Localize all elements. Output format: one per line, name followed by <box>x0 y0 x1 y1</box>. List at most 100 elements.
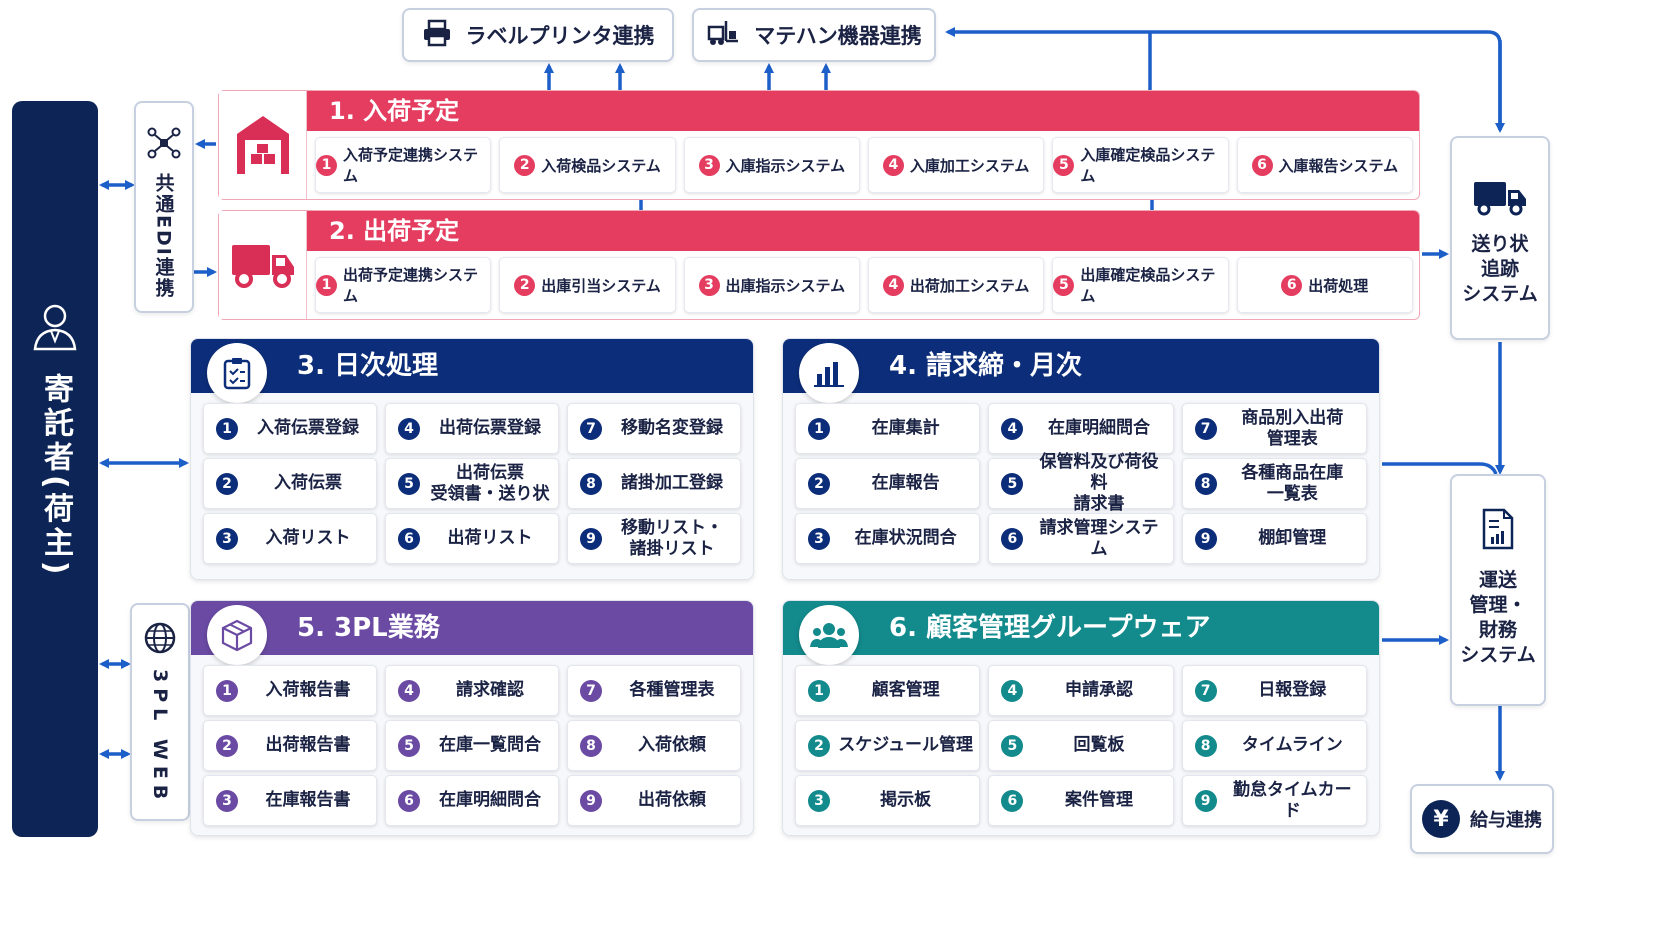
section-item[interactable]: 9 出荷依頼 <box>567 775 741 826</box>
section-item[interactable]: 1 入荷伝票登録 <box>203 403 377 454</box>
item-label: 入庫指示システム <box>725 156 846 175</box>
section-item[interactable]: 2 入荷伝票 <box>203 458 377 509</box>
receiving-item[interactable]: 3 入庫指示システム <box>683 137 860 193</box>
receiving-item[interactable]: 2 入荷検品システム <box>499 137 676 193</box>
item-label: 商品別入出荷 管理表 <box>1241 407 1344 449</box>
label-printer-label: ラベルプリンタ連携 <box>465 24 655 48</box>
item-number: 6 <box>1001 789 1024 812</box>
item-number: 5 <box>1053 274 1075 296</box>
item-label: 入荷リスト <box>265 528 351 548</box>
item-number: 9 <box>580 527 602 550</box>
item-number: 9 <box>1194 789 1217 812</box>
section-item[interactable]: 2 出荷報告書 <box>203 720 377 771</box>
receiving-item[interactable]: 5 入庫確定検品システム <box>1052 137 1229 193</box>
section-item[interactable]: 3 在庫報告書 <box>203 775 377 826</box>
tracking-label: 送り状 追跡 システム <box>1462 233 1538 305</box>
item-number: 1 <box>216 679 238 702</box>
item-number: 2 <box>514 274 536 296</box>
item-number: 8 <box>580 472 602 495</box>
section-item[interactable]: 9 棚卸管理 <box>1181 513 1367 564</box>
section-item[interactable]: 5 在庫一覧問合 <box>385 720 559 771</box>
payroll-box: ¥ 給与連携 <box>1410 784 1554 854</box>
item-label: 入庫報告システム <box>1278 156 1399 175</box>
web-label: 3PL WEB <box>149 669 171 806</box>
section-item[interactable]: 4 在庫明細問合 <box>988 403 1174 454</box>
item-label: 出荷伝票 受領書・送り状 <box>430 462 550 504</box>
section-item[interactable]: 7 移動名変登録 <box>567 403 741 454</box>
section-item[interactable]: 5 保管料及び荷役料 請求書 <box>988 452 1174 514</box>
section-item[interactable]: 6 出荷リスト <box>385 513 559 564</box>
section-item[interactable]: 8 各種商品在庫 一覧表 <box>1181 458 1367 509</box>
item-label: 移動リスト・ 諸掛リスト <box>621 517 723 559</box>
item-label: 在庫報告書 <box>265 790 351 810</box>
section-item[interactable]: 8 諸掛加工登録 <box>567 458 741 509</box>
item-label: 棚卸管理 <box>1258 528 1327 548</box>
section-item[interactable]: 7 各種管理表 <box>567 665 741 716</box>
item-number: 4 <box>398 417 420 440</box>
item-label: 出庫指示システム <box>725 276 846 295</box>
section-crm-title: 6. 顧客管理グループウェア <box>783 601 1379 655</box>
section-item[interactable]: 3 在庫状況問合 <box>795 513 981 564</box>
item-number: 5 <box>398 472 420 495</box>
box-icon <box>207 605 267 665</box>
item-label: 保管料及び荷役料 請求書 <box>1039 452 1159 514</box>
receiving-item[interactable]: 4 入庫加工システム <box>867 137 1045 193</box>
item-label: スケジュール管理 <box>838 735 974 755</box>
shipper-label: 寄託者(荷主) <box>38 373 73 579</box>
item-number: 5 <box>1001 472 1024 495</box>
shipping-item[interactable]: 2 出庫引当システム <box>499 257 676 313</box>
item-number: 6 <box>1001 527 1024 550</box>
shipping-item[interactable]: 6 出荷処理 <box>1236 257 1413 313</box>
item-label: 入荷依頼 <box>638 735 706 755</box>
section-item[interactable]: 8 タイムライン <box>1181 720 1367 771</box>
section-item[interactable]: 3 入荷リスト <box>203 513 377 564</box>
item-number: 1 <box>316 154 337 176</box>
item-number: 8 <box>1194 734 1217 757</box>
shipping-item[interactable]: 3 出庫指示システム <box>683 257 860 313</box>
section-item[interactable]: 2 スケジュール管理 <box>795 720 981 771</box>
item-label: 案件管理 <box>1064 790 1133 810</box>
item-number: 8 <box>1194 472 1217 495</box>
section-3pl: 5. 3PL業務 1 入荷報告書 4 請求確認 7 各種管理表 2 出荷報告書 5 在庫一覧問合 8… <box>190 600 754 836</box>
section-item[interactable]: 4 申請承認 <box>988 665 1174 716</box>
section-item[interactable]: 1 入荷報告書 <box>203 665 377 716</box>
section-item[interactable]: 7 商品別入出荷 管理表 <box>1181 403 1367 454</box>
section-item[interactable]: 4 出荷伝票登録 <box>385 403 559 454</box>
item-number: 4 <box>1001 417 1024 440</box>
item-number: 3 <box>216 789 238 812</box>
shipping-item[interactable]: 5 出庫確定検品システム <box>1052 257 1229 313</box>
section-item[interactable]: 6 在庫明細問合 <box>385 775 559 826</box>
section-item[interactable]: 1 顧客管理 <box>795 665 981 716</box>
section-item[interactable]: 8 入荷依頼 <box>567 720 741 771</box>
section-3pl-title: 5. 3PL業務 <box>191 601 753 655</box>
item-number: 5 <box>1053 154 1075 176</box>
yen-icon: ¥ <box>1422 800 1460 838</box>
section-item[interactable]: 5 回覧板 <box>988 720 1174 771</box>
shipping-item[interactable]: 1 出荷予定連携システム <box>315 257 492 313</box>
document-chart-icon <box>1481 508 1515 554</box>
section-item[interactable]: 6 請求管理システム <box>988 513 1174 564</box>
section-billing: 4. 請求締・月次 1 在庫集計 4 在庫明細問合 7 商品別入出荷 管理表 2 在庫報告 5 保… <box>782 338 1380 580</box>
section-item[interactable]: 5 出荷伝票 受領書・送り状 <box>385 458 559 509</box>
item-number: 3 <box>698 274 720 296</box>
section-item[interactable]: 1 在庫集計 <box>795 403 981 454</box>
web-box: 3PL WEB <box>130 603 190 821</box>
item-label: 請求確認 <box>456 680 524 700</box>
item-number: 3 <box>216 527 238 550</box>
section-item[interactable]: 2 在庫報告 <box>795 458 981 509</box>
receiving-item[interactable]: 6 入庫報告システム <box>1236 137 1413 193</box>
item-number: 2 <box>808 734 830 757</box>
shipping-item[interactable]: 4 出荷加工システム <box>867 257 1045 313</box>
section-item[interactable]: 6 案件管理 <box>988 775 1174 826</box>
section-item[interactable]: 4 請求確認 <box>385 665 559 716</box>
item-label: 在庫一覧問合 <box>439 735 541 755</box>
section-item[interactable]: 7 日報登録 <box>1181 665 1367 716</box>
receiving-item[interactable]: 1 入荷予定連携システム <box>315 137 492 193</box>
item-number: 3 <box>808 789 830 812</box>
section-item[interactable]: 3 掲示板 <box>795 775 981 826</box>
item-number: 5 <box>1001 734 1024 757</box>
section-item[interactable]: 9 勤怠タイムカード <box>1181 775 1367 826</box>
section-item[interactable]: 9 移動リスト・ 諸掛リスト <box>567 513 741 564</box>
item-label: 出荷伝票登録 <box>439 418 541 438</box>
item-label: 入荷予定連携システム <box>343 146 479 185</box>
